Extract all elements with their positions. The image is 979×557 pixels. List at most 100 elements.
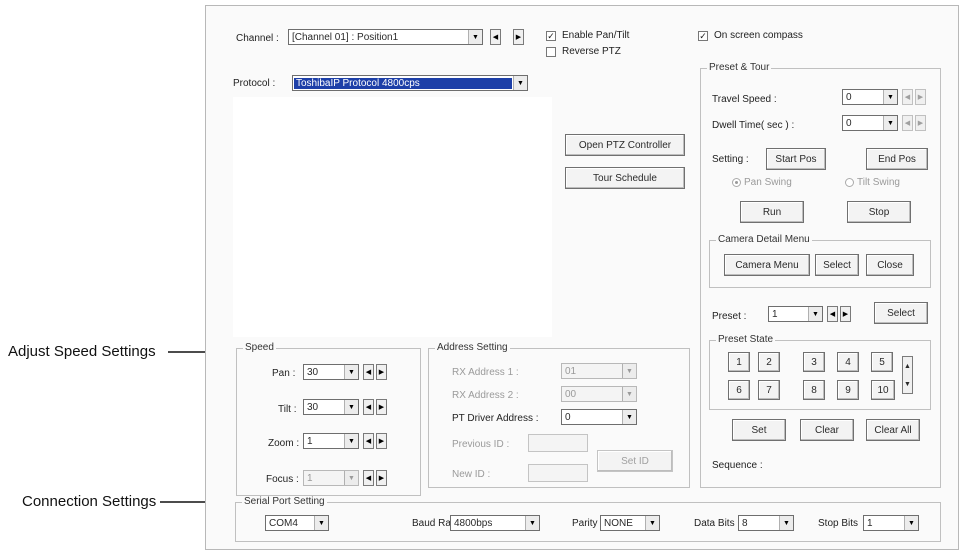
set-id-button[interactable]: Set ID	[597, 450, 673, 472]
tour-schedule-button[interactable]: Tour Schedule	[565, 167, 685, 189]
zoom-right-arrow-icon[interactable]: ▶	[376, 433, 387, 449]
enable-pantilt-checkbox[interactable]: ✓	[546, 31, 556, 41]
previous-id-field[interactable]	[528, 434, 588, 452]
new-id-field[interactable]	[528, 464, 588, 482]
travel-speed-select[interactable]: 0 ▼	[842, 89, 898, 105]
open-ptz-controller-button[interactable]: Open PTZ Controller	[565, 134, 685, 156]
end-pos-button[interactable]: End Pos	[866, 148, 928, 170]
preset-state-9-button[interactable]: 9	[837, 380, 859, 400]
preset-select-button[interactable]: Select	[874, 302, 928, 324]
parity-select[interactable]: NONE ▼	[600, 515, 660, 531]
pan-right-arrow-icon[interactable]: ▶	[376, 364, 387, 380]
zoom-speed-value: 1	[307, 435, 313, 447]
focus-left-arrow-icon[interactable]: ◀	[363, 470, 374, 486]
serial-port-setting-title: Serial Port Setting	[242, 496, 327, 507]
parity-value: NONE	[604, 517, 633, 529]
tilt-left-arrow-icon[interactable]: ◀	[363, 399, 374, 415]
rx-address-1-select[interactable]: 01 ▼	[561, 363, 637, 379]
dropdown-arrow-icon: ▼	[622, 387, 636, 401]
preset-state-scroll[interactable]: ▲ ▼	[902, 356, 913, 394]
camera-close-button[interactable]: Close	[866, 254, 914, 276]
previous-id-label: Previous ID :	[452, 439, 510, 450]
dropdown-arrow-icon: ▼	[779, 516, 793, 530]
protocol-select[interactable]: ToshibaIP Protocol 4800cps ▼	[292, 75, 528, 91]
preset-value: 1	[772, 308, 778, 320]
focus-speed-select[interactable]: 1 ▼	[303, 470, 359, 486]
dropdown-arrow-icon: ▼	[883, 90, 897, 104]
start-pos-button[interactable]: Start Pos	[766, 148, 826, 170]
dwell-time-right-arrow-icon[interactable]: ▶	[915, 115, 926, 131]
dropdown-arrow-icon: ▼	[645, 516, 659, 530]
travel-speed-right-arrow-icon[interactable]: ▶	[915, 89, 926, 105]
camera-menu-button[interactable]: Camera Menu	[724, 254, 810, 276]
channel-prev-arrow-icon[interactable]: ◀	[490, 29, 501, 45]
pan-swing-label: Pan Swing	[744, 177, 792, 188]
stop-bits-select[interactable]: 1 ▼	[863, 515, 919, 531]
focus-right-arrow-icon[interactable]: ▶	[376, 470, 387, 486]
tilt-swing-label: Tilt Swing	[857, 177, 900, 188]
stop-bits-label: Stop Bits	[818, 518, 859, 529]
protocol-label: Protocol :	[233, 78, 276, 89]
pan-swing-radio[interactable]	[732, 178, 741, 187]
run-button[interactable]: Run	[740, 201, 804, 223]
camera-select-button[interactable]: Select	[815, 254, 859, 276]
onscreen-compass-checkbox[interactable]: ✓	[698, 31, 708, 41]
dwell-time-select[interactable]: 0 ▼	[842, 115, 898, 131]
data-bits-label: Data Bits	[694, 518, 735, 529]
rx-address-2-value: 00	[565, 388, 577, 400]
preset-state-6-button[interactable]: 6	[728, 380, 750, 400]
preset-state-10-button[interactable]: 10	[871, 380, 895, 400]
dwell-time-value: 0	[846, 117, 852, 129]
travel-speed-left-arrow-icon[interactable]: ◀	[902, 89, 913, 105]
tilt-label: Tilt :	[278, 404, 297, 415]
preset-state-4-button[interactable]: 4	[837, 352, 859, 372]
tilt-speed-value: 30	[307, 401, 319, 413]
preset-state-7-button[interactable]: 7	[758, 380, 780, 400]
preset-set-button[interactable]: Set	[732, 419, 786, 441]
setting-label: Setting :	[712, 154, 749, 165]
data-bits-select[interactable]: 8 ▼	[738, 515, 794, 531]
rx-address-1-label: RX Address 1 :	[452, 367, 519, 378]
zoom-left-arrow-icon[interactable]: ◀	[363, 433, 374, 449]
preset-state-1-button[interactable]: 1	[728, 352, 750, 372]
scroll-up-icon[interactable]: ▲	[904, 363, 911, 370]
channel-select[interactable]: [Channel 01] : Position1 ▼	[288, 29, 483, 45]
reverse-ptz-checkbox[interactable]	[546, 47, 556, 57]
preset-clear-button[interactable]: Clear	[800, 419, 854, 441]
pt-driver-address-label: PT Driver Address :	[452, 413, 539, 424]
pan-left-arrow-icon[interactable]: ◀	[363, 364, 374, 380]
data-bits-value: 8	[742, 517, 748, 529]
tilt-speed-select[interactable]: 30 ▼	[303, 399, 359, 415]
rx-address-2-label: RX Address 2 :	[452, 390, 519, 401]
com-port-select[interactable]: COM4 ▼	[265, 515, 329, 531]
preset-state-5-button[interactable]: 5	[871, 352, 893, 372]
dwell-time-left-arrow-icon[interactable]: ◀	[902, 115, 913, 131]
preset-left-arrow-icon[interactable]: ◀	[827, 306, 838, 322]
travel-speed-value: 0	[846, 91, 852, 103]
preset-select[interactable]: 1 ▼	[768, 306, 823, 322]
rx-address-2-select[interactable]: 00 ▼	[561, 386, 637, 402]
pan-speed-value: 30	[307, 366, 319, 378]
reverse-ptz-label: Reverse PTZ	[562, 46, 621, 57]
preset-tour-title: Preset & Tour	[707, 62, 772, 73]
dropdown-arrow-icon: ▼	[314, 516, 328, 530]
protocol-value: ToshibaIP Protocol 4800cps	[294, 77, 512, 89]
tilt-swing-radio[interactable]	[845, 178, 854, 187]
com-port-value: COM4	[269, 517, 298, 529]
preset-state-3-button[interactable]: 3	[803, 352, 825, 372]
dropdown-arrow-icon: ▼	[622, 364, 636, 378]
pt-driver-address-select[interactable]: 0 ▼	[561, 409, 637, 425]
dropdown-arrow-icon: ▼	[808, 307, 822, 321]
stop-button[interactable]: Stop	[847, 201, 911, 223]
zoom-speed-select[interactable]: 1 ▼	[303, 433, 359, 449]
preset-state-2-button[interactable]: 2	[758, 352, 780, 372]
channel-next-arrow-icon[interactable]: ▶	[513, 29, 524, 45]
preset-state-8-button[interactable]: 8	[803, 380, 825, 400]
pan-speed-select[interactable]: 30 ▼	[303, 364, 359, 380]
preset-clear-all-button[interactable]: Clear All	[866, 419, 920, 441]
tilt-right-arrow-icon[interactable]: ▶	[376, 399, 387, 415]
preset-right-arrow-icon[interactable]: ▶	[840, 306, 851, 322]
baud-rate-select[interactable]: 4800bps ▼	[450, 515, 540, 531]
scroll-down-icon[interactable]: ▼	[904, 381, 911, 388]
dropdown-arrow-icon: ▼	[344, 471, 358, 485]
